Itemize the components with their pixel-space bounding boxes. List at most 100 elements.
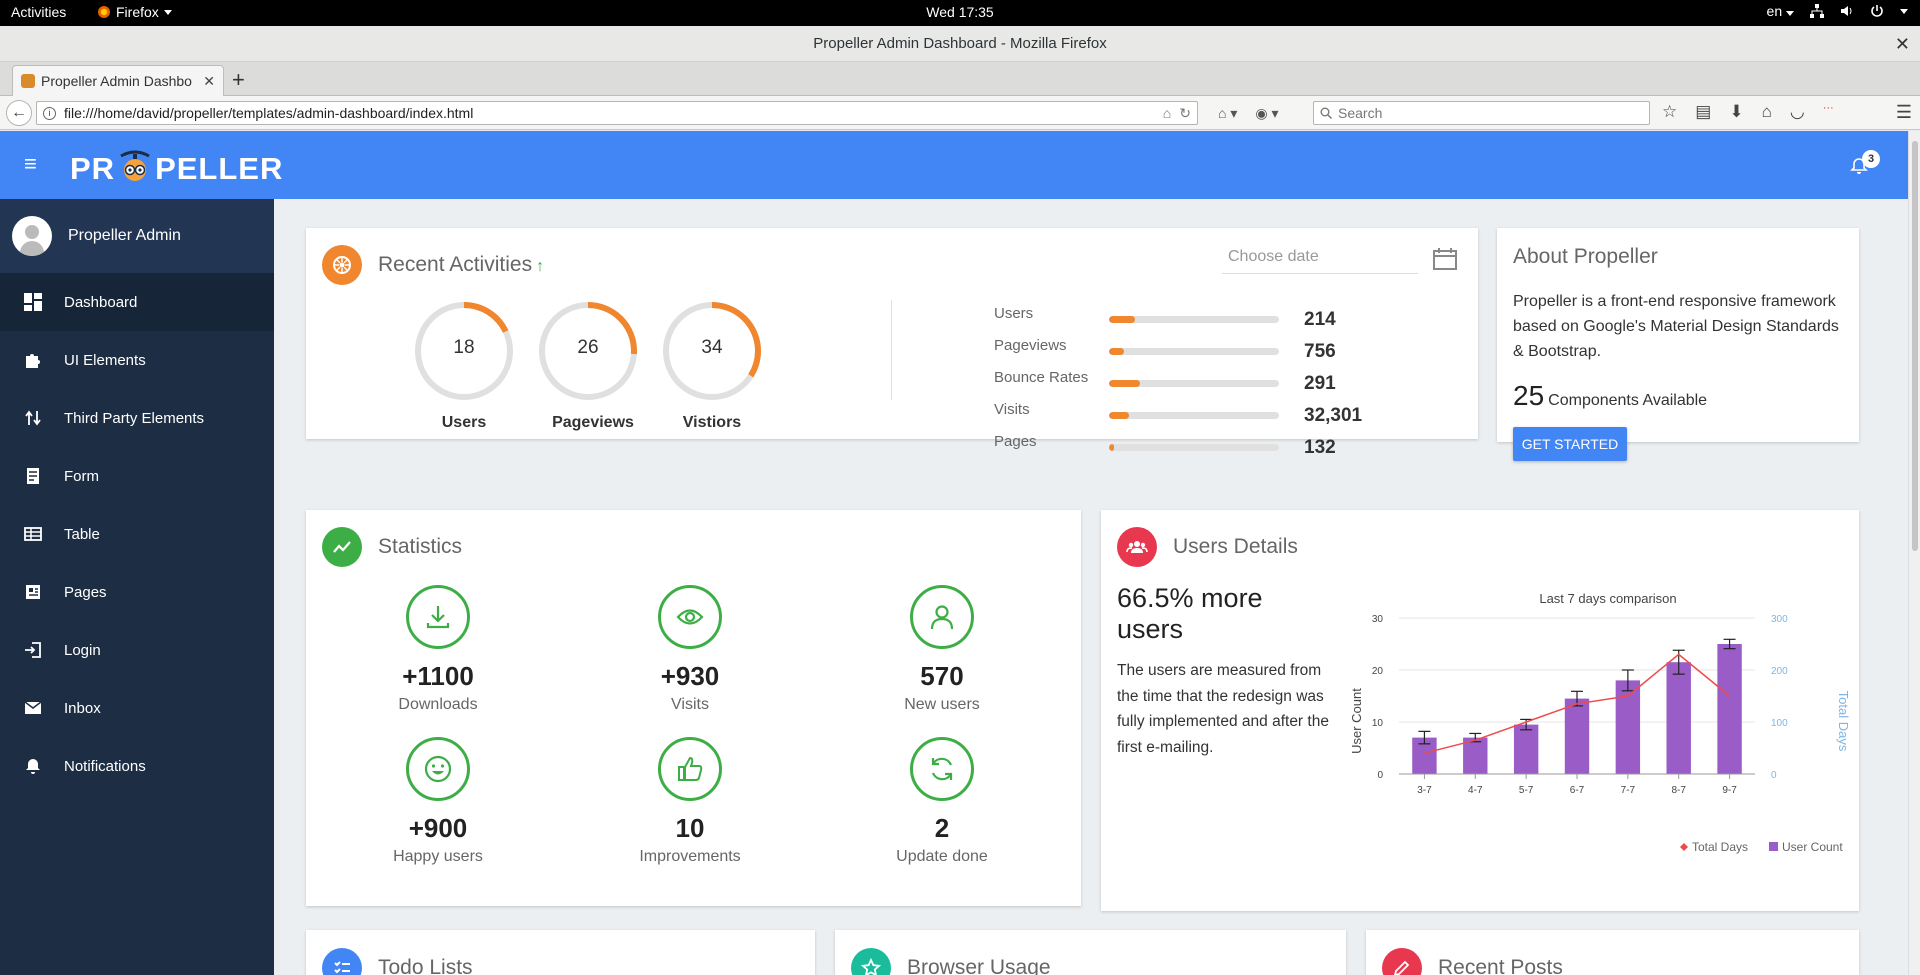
volume-icon[interactable] <box>1840 4 1854 18</box>
ring-value: 26 <box>577 337 599 358</box>
about-text: Propeller is a front-end responsive fram… <box>1513 293 1839 360</box>
stat-value: +1100 <box>402 661 474 691</box>
activities-button[interactable]: Activities <box>11 4 66 20</box>
components-count-label: Components Available <box>1548 392 1708 409</box>
progress-row-users: Users 214 <box>994 305 1394 331</box>
back-arrow-icon[interactable]: ← <box>6 100 32 126</box>
window-close-icon[interactable]: ✕ <box>1895 26 1910 62</box>
download-arrow-icon[interactable]: ⬇ <box>1729 102 1743 122</box>
progress-row-bounce-rates: Bounce Rates 291 <box>994 369 1394 395</box>
sidebar-item-label: Third Party Elements <box>64 409 205 427</box>
calendar-icon[interactable] <box>1433 247 1457 271</box>
page-scrollbar[interactable] <box>1908 131 1920 975</box>
sidebar-user-name: Propeller Admin <box>68 227 181 244</box>
sidebar-item-inbox[interactable]: Inbox <box>0 679 274 737</box>
sidebar-item-login[interactable]: Login <box>0 621 274 679</box>
app-menu[interactable]: Firefox <box>97 4 172 20</box>
y-tick-label: 30 <box>1372 614 1384 625</box>
sidebar-item-ui-elements[interactable]: UI Elements <box>0 331 274 389</box>
browser-tab[interactable]: Propeller Admin Dashbo ✕ <box>12 65 224 96</box>
y-tick-label: 0 <box>1377 770 1383 781</box>
search-engine-icon[interactable]: ⌂ ▾ <box>1218 105 1237 122</box>
propeller-mascot-icon <box>120 150 150 181</box>
recent-posts-card: Recent Posts <box>1366 930 1859 975</box>
stat-label: Downloads <box>398 696 478 713</box>
search-input[interactable]: Search <box>1313 101 1650 125</box>
url-text[interactable]: file:///home/david/propeller/templates/a… <box>64 105 1155 121</box>
sidebar: Propeller Admin Dashboard UI Elements Th… <box>0 199 274 975</box>
trending-chart-icon <box>322 527 362 567</box>
pocket-icon[interactable]: ◡ <box>1790 102 1805 122</box>
y-tick-label: 20 <box>1372 666 1384 677</box>
get-started-button[interactable]: Get Started <box>1513 427 1627 461</box>
extension-icon[interactable]: ··· <box>1823 102 1834 122</box>
search-provider-icon[interactable]: ◉ ▾ <box>1255 105 1278 122</box>
checklist-icon <box>322 948 362 975</box>
browser-menu-icon[interactable]: ☰ <box>1896 102 1912 123</box>
divider <box>891 300 892 400</box>
sidebar-item-third-party-elements[interactable]: Third Party Elements <box>0 389 274 447</box>
bar-9-7 <box>1717 644 1742 774</box>
legend-label-total-days: Total Days <box>1692 840 1748 854</box>
card-title: Todo Lists <box>378 956 473 975</box>
bookmark-star-icon[interactable]: ☆ <box>1662 102 1677 122</box>
stat-label: Happy users <box>393 848 483 865</box>
network-icon[interactable] <box>1810 4 1824 18</box>
system-top-bar: Activities Firefox Wed 17:35 en <box>0 0 1920 26</box>
language-indicator[interactable]: en <box>1767 3 1794 19</box>
stat-value: +930 <box>660 661 720 691</box>
users-headline: 66.5% more users <box>1117 583 1263 644</box>
clipboard-icon[interactable]: ▤ <box>1695 102 1711 122</box>
progress-row-visits: Visits 32,301 <box>994 401 1394 427</box>
sidebar-item-dashboard[interactable]: Dashboard <box>0 273 274 331</box>
card-title: Users Details <box>1173 535 1298 558</box>
ring-label: Users <box>441 414 487 431</box>
sidebar-item-notifications[interactable]: Notifications <box>0 737 274 795</box>
app-menu-label: Firefox <box>116 4 159 20</box>
scrollbar-thumb[interactable] <box>1912 141 1918 551</box>
url-bar[interactable]: i file:///home/david/propeller/templates… <box>36 101 1198 125</box>
date-picker-input[interactable]: Choose date <box>1222 244 1418 274</box>
menu-toggle-icon[interactable]: ≡ <box>24 153 37 175</box>
progress-value: 756 <box>1304 341 1336 362</box>
tab-close-icon[interactable]: ✕ <box>203 73 215 90</box>
bar-6-7 <box>1564 698 1590 774</box>
chart-title: Last 7 days comparison <box>1539 591 1676 606</box>
group-icon <box>1117 527 1157 567</box>
progress-row-pageviews: Pageviews 756 <box>994 337 1394 363</box>
user-icon <box>910 585 974 649</box>
legend-swatch-user-count <box>1769 842 1778 851</box>
avatar <box>12 216 52 256</box>
star-icon <box>851 948 891 975</box>
stat-update-done: 2 Update done <box>852 737 1032 866</box>
sidebar-item-form[interactable]: Form <box>0 447 274 505</box>
users-details-card: Users Details 66.5% more users The users… <box>1101 510 1859 911</box>
logo-text-left: PR <box>70 151 116 186</box>
x-tick-label: 9-7 <box>1722 785 1737 796</box>
sidebar-user[interactable]: Propeller Admin <box>0 199 274 273</box>
sidebar-item-table[interactable]: Table <box>0 505 274 563</box>
components-count: 25 Components Available <box>1513 380 1707 412</box>
home-icon[interactable]: ⌂ <box>1762 102 1772 122</box>
card-title: Statistics <box>378 535 463 558</box>
home-page-icon[interactable]: ⌂ <box>1163 105 1171 121</box>
progress-label: Pageviews <box>994 337 1067 354</box>
reload-icon[interactable]: ↻ <box>1179 105 1191 122</box>
sidebar-item-label: Login <box>64 641 101 659</box>
y2-tick-label: 200 <box>1771 666 1788 677</box>
propeller-logo[interactable]: PR PELLER <box>70 150 283 187</box>
sidebar-item-label: Pages <box>64 583 107 601</box>
new-tab-icon[interactable]: + <box>232 67 245 93</box>
clock[interactable]: Wed 17:35 <box>926 4 993 20</box>
info-icon[interactable]: i <box>43 106 56 120</box>
window-title: Propeller Admin Dashboard - Mozilla Fire… <box>813 35 1107 52</box>
components-count-value: 25 <box>1513 380 1545 411</box>
stat-new-users: 570 New users <box>852 585 1032 714</box>
ring-value: 18 <box>453 337 475 358</box>
system-menu-chevron-icon[interactable] <box>1900 8 1908 14</box>
trend-up-arrow-icon: ↑ <box>536 257 545 275</box>
mail-icon <box>24 699 42 717</box>
power-icon[interactable] <box>1870 4 1884 18</box>
x-tick-label: 5-7 <box>1519 785 1534 796</box>
sidebar-item-pages[interactable]: Pages <box>0 563 274 621</box>
